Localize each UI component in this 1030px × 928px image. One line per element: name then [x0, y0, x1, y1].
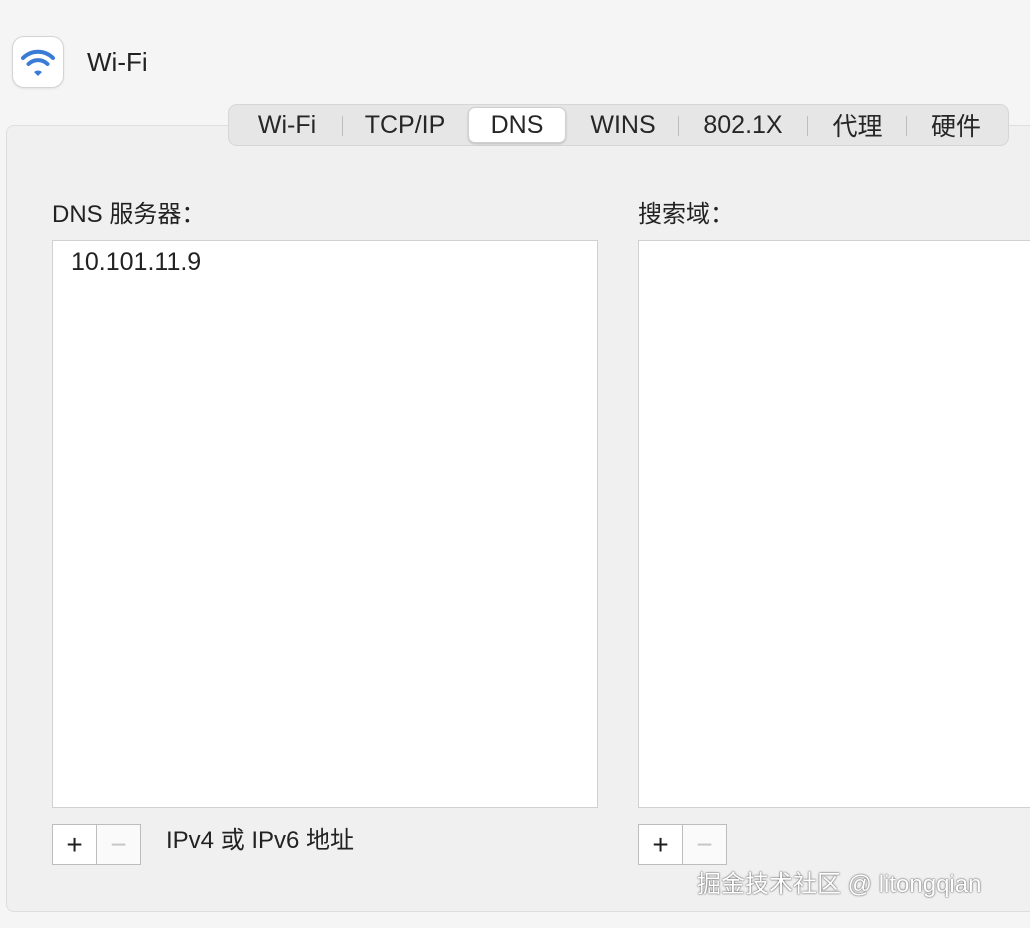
add-search-domain-button[interactable]: +	[638, 824, 683, 865]
minus-icon: −	[110, 828, 127, 860]
minus-icon: −	[696, 828, 713, 860]
window-title: Wi-Fi	[87, 47, 148, 77]
remove-search-domain-button[interactable]: −	[682, 824, 727, 865]
dns-servers-label: DNS 服务器：	[52, 201, 206, 228]
plus-icon: +	[652, 828, 669, 860]
wifi-app-icon	[12, 36, 64, 88]
tab-wifi[interactable]: Wi-Fi	[232, 107, 342, 143]
dns-server-entry[interactable]: 10.101.11.9	[71, 247, 201, 277]
wifi-icon	[21, 49, 55, 76]
search-domains-list[interactable]	[638, 240, 1030, 808]
add-dns-button[interactable]: +	[52, 824, 97, 865]
search-domains-label: 搜索域：	[638, 201, 734, 228]
tab-wins[interactable]: WINS	[569, 107, 677, 143]
tab-proxy[interactable]: 代理	[808, 107, 907, 143]
tab-bar: Wi-Fi TCP/IP DNS WINS 802.1X 代理 硬件	[228, 104, 1009, 146]
tab-tcp-ip[interactable]: TCP/IP	[343, 107, 467, 143]
tab-dns[interactable]: DNS	[468, 107, 566, 143]
tab-8021x[interactable]: 802.1X	[679, 107, 807, 143]
tab-hardware[interactable]: 硬件	[907, 107, 1005, 143]
watermark: 掘金技术社区 @ litongqian	[697, 871, 982, 898]
remove-dns-button[interactable]: −	[96, 824, 141, 865]
dns-address-hint: IPv4 或 IPv6 地址	[166, 827, 355, 854]
plus-icon: +	[66, 828, 83, 860]
dns-servers-list[interactable]: 10.101.11.9	[52, 240, 598, 808]
